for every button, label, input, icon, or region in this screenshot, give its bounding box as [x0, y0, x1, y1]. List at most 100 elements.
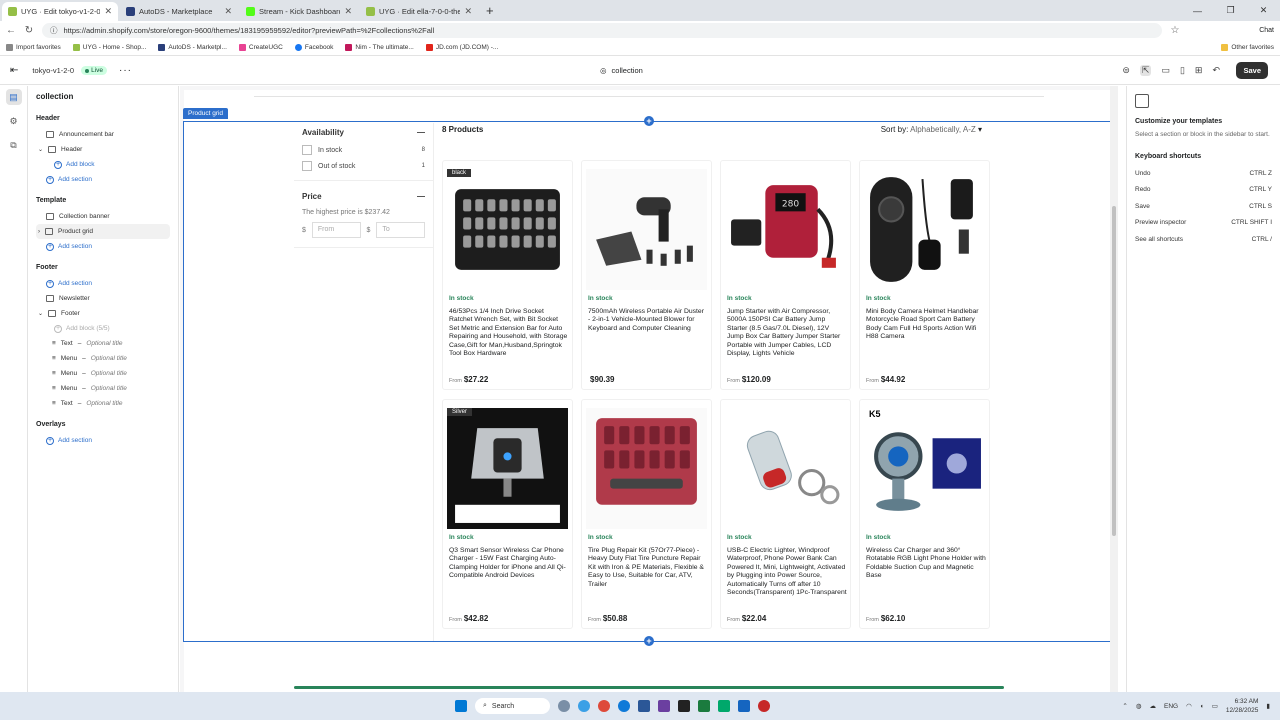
store-icon[interactable]	[638, 700, 650, 712]
favorite-star-icon[interactable]: ☆	[1170, 25, 1180, 36]
bookmark-import[interactable]: Import favorites	[6, 44, 61, 51]
save-button[interactable]: Save	[1236, 62, 1268, 79]
cloud-icon[interactable]: ☁	[1150, 702, 1157, 710]
tray-chevron-icon[interactable]: ⌃	[1122, 702, 1127, 710]
bookmark-autods[interactable]: AutoDS - Marketpl...	[158, 44, 227, 51]
price-from-input[interactable]: From	[311, 222, 361, 238]
product-image[interactable]	[586, 169, 707, 290]
page-selector[interactable]: ◎ collection	[600, 66, 643, 75]
windows-start-icon[interactable]	[455, 700, 467, 712]
horizontal-scrollbar[interactable]	[294, 686, 1004, 689]
add-block-button[interactable]: + Add block	[36, 157, 170, 172]
app-icon[interactable]	[758, 700, 770, 712]
tab-autods[interactable]: AutoDS - Marketplace ✕	[120, 2, 238, 21]
battery-icon[interactable]: ▭	[1212, 702, 1218, 710]
app-icon[interactable]	[658, 700, 670, 712]
minimize-icon[interactable]: —	[1181, 6, 1214, 16]
vertical-scrollbar[interactable]	[1110, 86, 1118, 692]
exit-editor-icon[interactable]: ⇤	[10, 65, 18, 76]
product-card[interactable]: In stock Mini Body Camera Helmet Handleba…	[859, 160, 990, 390]
chevron-right-icon[interactable]: ›	[38, 229, 40, 235]
add-section-template[interactable]: + Add section	[36, 239, 170, 254]
sidebar-item-footer[interactable]: ⌄ Footer	[36, 306, 170, 321]
footer-block-text[interactable]: ≡ Text – Optional title	[36, 396, 170, 411]
bookmark-uyg[interactable]: UYG - Home - Shop...	[72, 44, 146, 51]
product-card[interactable]: black In stock 46/53Pcs 1/4 Inch Drive Soc…	[442, 160, 573, 390]
copilot-icon[interactable]	[578, 700, 590, 712]
product-image[interactable]: 280	[725, 169, 846, 290]
filter-in-stock[interactable]: In stock 8	[294, 142, 433, 158]
clock[interactable]: 6:32 AM 12/28/2025	[1226, 697, 1259, 715]
product-title[interactable]: Wireless Car Charger and 360° Rotatable …	[866, 547, 986, 581]
close-tab-icon[interactable]: ✕	[224, 6, 232, 17]
filter-out-of-stock[interactable]: Out of stock 1	[294, 158, 433, 174]
bookmark-createugc[interactable]: CreateUGC	[238, 44, 283, 51]
product-image[interactable]	[447, 408, 568, 529]
close-tab-icon[interactable]: ✕	[104, 6, 112, 17]
close-tab-icon[interactable]: ✕	[464, 6, 472, 17]
other-favorites[interactable]: Other favorites	[1221, 44, 1274, 51]
product-title[interactable]: Tire Plug Repair Kit (57Or77-Piece) - He…	[588, 547, 708, 589]
product-title[interactable]: Q3 Smart Sensor Wireless Car Phone Charg…	[449, 547, 569, 581]
fullscreen-icon[interactable]: ⊞	[1195, 65, 1203, 76]
reload-icon[interactable]: ↻	[24, 25, 34, 36]
tab-shopify-tokyo[interactable]: UYG · Edit tokyo-v1-2-0 · Shopify ✕	[2, 2, 118, 21]
apps-icon[interactable]: ⧉	[6, 137, 22, 153]
collapse-icon[interactable]: —	[417, 192, 425, 201]
chevron-down-icon[interactable]: ⌄	[38, 310, 43, 317]
footer-block-text[interactable]: ≡ Text – Optional title	[36, 336, 170, 351]
collapse-icon[interactable]: —	[417, 128, 425, 137]
sidebar-item-announcement-bar[interactable]: Announcement bar	[36, 127, 170, 142]
price-filter-header[interactable]: Price —	[294, 187, 433, 206]
sidebar-item-product-grid[interactable]: › Product grid	[36, 224, 170, 239]
inspector-icon[interactable]: ⇱	[1139, 65, 1152, 76]
product-image[interactable]	[447, 169, 568, 290]
url-field[interactable]: ⓘ https://admin.shopify.com/store/oregon…	[42, 23, 1162, 38]
product-title[interactable]: 46/53Pcs 1/4 Inch Drive Socket Ratchet W…	[449, 308, 569, 358]
bookmark-facebook[interactable]: Facebook	[294, 44, 333, 51]
undo-icon[interactable]: ↶	[1212, 65, 1220, 76]
add-section-below-icon[interactable]: +	[644, 636, 654, 646]
edge-icon[interactable]	[618, 700, 630, 712]
availability-filter-header[interactable]: Availability —	[294, 123, 433, 142]
chevron-down-icon[interactable]: ⌄	[38, 146, 43, 153]
site-info-icon[interactable]: ⓘ	[50, 25, 58, 36]
language-indicator[interactable]: ENG	[1164, 703, 1178, 710]
product-card[interactable]: 280 In stock Jump Starter with Air Compres…	[720, 160, 851, 390]
wifi-icon[interactable]: ◠	[1186, 702, 1192, 710]
price-to-input[interactable]: To	[376, 222, 425, 238]
product-card[interactable]: In stock USB-C Electric Lighter, Windproo…	[720, 399, 851, 629]
chrome-icon[interactable]	[598, 700, 610, 712]
sidebar-item-newsletter[interactable]: Newsletter	[36, 291, 170, 306]
checkbox[interactable]	[302, 145, 312, 155]
sidebar-item-header[interactable]: ⌄ Header	[36, 142, 170, 157]
footer-block-menu[interactable]: ≡ Menu – Optional title	[36, 351, 170, 366]
product-title[interactable]: USB-C Electric Lighter, Windproof Waterp…	[727, 547, 847, 597]
excel-icon[interactable]	[698, 700, 710, 712]
desktop-view-icon[interactable]: ▭	[1161, 65, 1170, 76]
notifications-icon[interactable]: ▮	[1266, 702, 1270, 710]
product-image[interactable]	[725, 408, 846, 529]
close-window-icon[interactable]: ✕	[1247, 5, 1280, 16]
terminal-icon[interactable]	[678, 700, 690, 712]
product-image[interactable]	[864, 169, 985, 290]
product-title[interactable]: Jump Starter with Air Compressor, 5000A …	[727, 308, 847, 358]
product-title[interactable]: 7500mAh Wireless Portable Air Duster - 2…	[588, 308, 708, 333]
shortcut-see-all[interactable]: See all shortcuts CTRL /	[1135, 231, 1272, 248]
tab-shopify-ella[interactable]: UYG · Edit ella-7-0-0-theme-sourc ✕	[360, 2, 478, 21]
bookmark-nim[interactable]: Nim - The ultimate...	[345, 44, 414, 51]
checkbox[interactable]	[302, 161, 312, 171]
volume-icon[interactable]: ◖	[1200, 703, 1204, 710]
copilot-chat-button[interactable]: Chat	[1259, 27, 1274, 34]
bookmark-jd[interactable]: JD.com (JD.COM) -...	[425, 44, 498, 51]
maximize-icon[interactable]: ❐	[1214, 5, 1247, 16]
tab-kick[interactable]: Stream - Kick Dashboard ✕	[240, 2, 358, 21]
shield-icon[interactable]: ◍	[1136, 702, 1142, 710]
product-card[interactable]: In stock 7500mAh Wireless Portable Air Du…	[581, 160, 712, 390]
taskbar-search[interactable]: ⌕ Search	[475, 698, 550, 714]
product-card[interactable]: In stock Tire Plug Repair Kit (57Or77-Pie…	[581, 399, 712, 629]
footer-block-menu[interactable]: ≡ Menu – Optional title	[36, 366, 170, 381]
add-section-header[interactable]: + Add section	[36, 172, 170, 187]
settings-gear-icon[interactable]: ⚙	[6, 113, 22, 129]
new-tab-icon[interactable]: +	[486, 2, 494, 21]
